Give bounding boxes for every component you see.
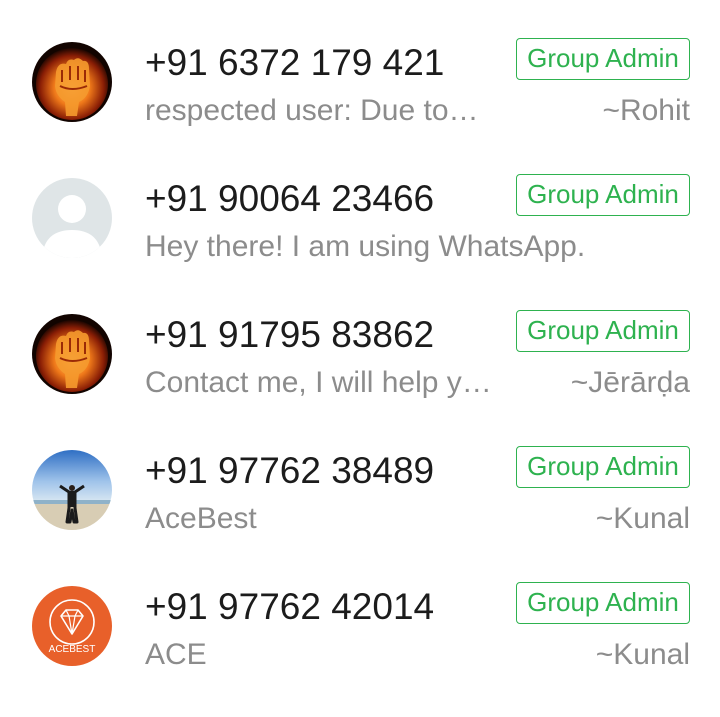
group-admin-badge: Group Admin bbox=[516, 582, 690, 624]
group-admin-badge: Group Admin bbox=[516, 446, 690, 488]
group-admin-badge: Group Admin bbox=[516, 38, 690, 80]
participant-row[interactable]: +91 91795 83862 Group Admin Contact me, … bbox=[0, 309, 720, 445]
participant-about: AceBest bbox=[145, 502, 257, 535]
beach-person-avatar[interactable] bbox=[32, 450, 112, 530]
acebest-logo-avatar[interactable]: ACEBEST bbox=[32, 586, 112, 666]
participant-phone: +91 91795 83862 bbox=[145, 314, 435, 355]
participant-push-name: ~Jērārḍa bbox=[570, 366, 690, 399]
participant-about: ACE bbox=[145, 638, 207, 671]
participant-push-name: ~Kunal bbox=[595, 502, 690, 535]
group-admin-badge: Group Admin bbox=[516, 174, 690, 216]
participant-phone: +91 97762 38489 bbox=[145, 450, 435, 491]
participant-about: respected user: Due to… bbox=[145, 94, 479, 127]
participant-list: +91 6372 179 421 Group Admin respected u… bbox=[0, 0, 720, 677]
participant-about: Contact me, I will help y… bbox=[145, 366, 492, 399]
group-admin-badge: Group Admin bbox=[516, 310, 690, 352]
participant-row[interactable]: ACEBEST +91 97762 42014 Group Admin ACE … bbox=[0, 581, 720, 717]
fist-fire-avatar[interactable] bbox=[32, 42, 112, 122]
participant-phone: +91 97762 42014 bbox=[145, 586, 435, 627]
participant-push-name: ~Kunal bbox=[595, 638, 690, 671]
acebest-logo-text: ACEBEST bbox=[49, 644, 96, 655]
fist-fire-avatar[interactable] bbox=[32, 314, 112, 394]
participant-about: Hey there! I am using WhatsApp. bbox=[145, 230, 586, 263]
participant-phone: +91 90064 23466 bbox=[145, 178, 435, 219]
participant-row[interactable]: +91 6372 179 421 Group Admin respected u… bbox=[0, 37, 720, 173]
participant-row[interactable]: +91 90064 23466 Group Admin Hey there! I… bbox=[0, 173, 720, 309]
default-user-avatar[interactable] bbox=[32, 178, 112, 258]
participant-row[interactable]: +91 97762 38489 Group Admin AceBest ~Kun… bbox=[0, 445, 720, 581]
participant-push-name: ~Rohit bbox=[602, 94, 690, 127]
participant-phone: +91 6372 179 421 bbox=[145, 42, 445, 83]
